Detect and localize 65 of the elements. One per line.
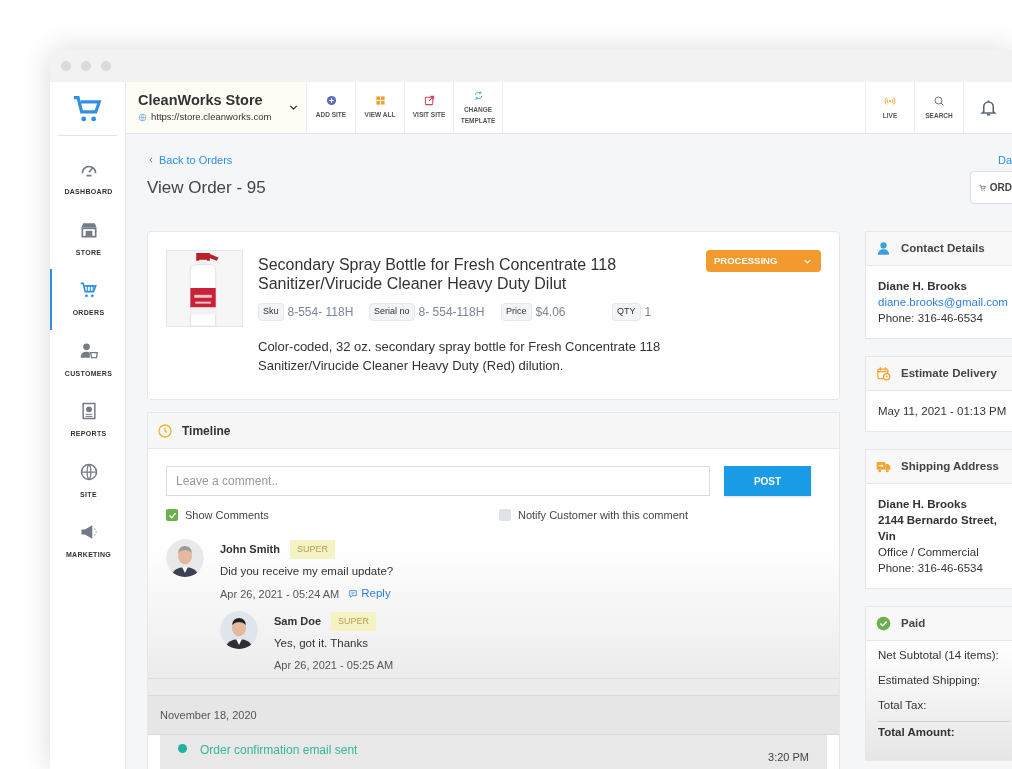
external-link-icon	[423, 95, 435, 106]
role-badge: SUPER	[289, 539, 335, 559]
checkbox[interactable]	[499, 509, 511, 522]
info-text: Office / Commercial	[878, 545, 980, 560]
field-value: 8- 554-118H	[418, 304, 485, 321]
plus-circle-icon	[325, 95, 337, 106]
product-title: Secondary Spray Bottle for Fresh Concentrate 118 Sanitizer/Virucide Cleaner Heavy Duty Dilut	[258, 255, 618, 293]
checkbox-label: Show Comments	[185, 508, 269, 523]
product-description: Color-coded, 32 oz. secondary spray bottle for Fresh Concentrate 118 Sanitizer/Virucide Cleaner Heavy Duty (Red) dilution.	[258, 338, 662, 375]
info-text: Phone: 316-46-6534	[878, 311, 984, 326]
info-text: Estimated Shipping:	[878, 673, 982, 688]
globe-icon	[78, 461, 99, 482]
comment-time: Apr 26, 2021 - 05:25 AM	[274, 658, 394, 674]
comment-author: Sam Doe	[274, 614, 322, 629]
globe-icon	[138, 112, 147, 122]
cart-icon	[979, 182, 987, 193]
field-value: $4.06	[535, 304, 566, 321]
info-text: Diane H. Brooks	[878, 497, 968, 512]
store-selector[interactable]: CleanWorks Store https://store.cleanworks.com	[126, 82, 307, 133]
role-badge: SUPER	[331, 611, 377, 631]
page-title: View Order - 95	[147, 176, 266, 199]
field-label: Serial no	[369, 303, 415, 321]
card-title: Contact Details	[901, 240, 985, 256]
comment-time: Apr 26, 2021 - 05:24 AM	[220, 586, 340, 602]
card-title: Paid	[901, 615, 926, 631]
refresh-icon	[472, 89, 484, 101]
chevron-left-icon	[147, 156, 155, 165]
check-circle-icon	[876, 616, 891, 631]
email-link[interactable]: diane.brooks@gmail.com	[878, 294, 1010, 310]
card-title: Shipping Address	[901, 458, 999, 474]
broadcast-icon	[884, 94, 896, 107]
comment-author: John Smith	[220, 542, 280, 557]
checkbox[interactable]	[166, 509, 178, 522]
comment-field[interactable]: Leave a comment..	[166, 466, 710, 496]
field-value: 1	[644, 304, 652, 321]
field-value: 8-554- 118H	[287, 304, 354, 321]
truck-icon	[876, 459, 891, 474]
event-time: 3:20 PM	[768, 750, 809, 765]
cart-icon	[78, 280, 99, 300]
card-title: Estimate Delivery	[901, 365, 997, 381]
calendar-clock-icon	[876, 366, 891, 381]
search-icon	[933, 94, 945, 107]
clock-icon	[157, 422, 173, 439]
reply-link[interactable]: Reply	[348, 585, 391, 603]
bell-icon	[978, 98, 998, 117]
info-text: 2144 Bernardo Street, Vin	[878, 513, 998, 544]
field-label: Price	[501, 303, 532, 321]
grid-icon	[374, 95, 386, 106]
comment-text: Yes, got it. Thanks	[274, 636, 369, 651]
date-heading: November 18, 2020	[160, 707, 257, 723]
info-text: May 11, 2021 - 01:13 PM	[878, 404, 1008, 419]
info-text: Phone: 316-46-6534	[878, 561, 984, 576]
info-text: Total Amount:	[878, 721, 1010, 740]
field-label: Sku	[258, 303, 284, 321]
card-title: Timeline	[182, 422, 231, 440]
event-text: Order confirmation email sent	[200, 741, 358, 759]
field-label: QTY	[612, 303, 641, 321]
info-text: Diane H. Brooks	[878, 279, 968, 294]
info-text: Net Subtotal (14 items):	[878, 648, 1000, 663]
comment-icon	[348, 588, 359, 599]
comment-text: Did you receive my email update?	[220, 564, 394, 579]
checkbox-label: Notify Customer with this comment	[518, 508, 688, 523]
person-icon	[876, 241, 891, 256]
orders-button[interactable]: ORD	[970, 171, 1012, 204]
info-text: Total Tax:	[878, 698, 928, 713]
